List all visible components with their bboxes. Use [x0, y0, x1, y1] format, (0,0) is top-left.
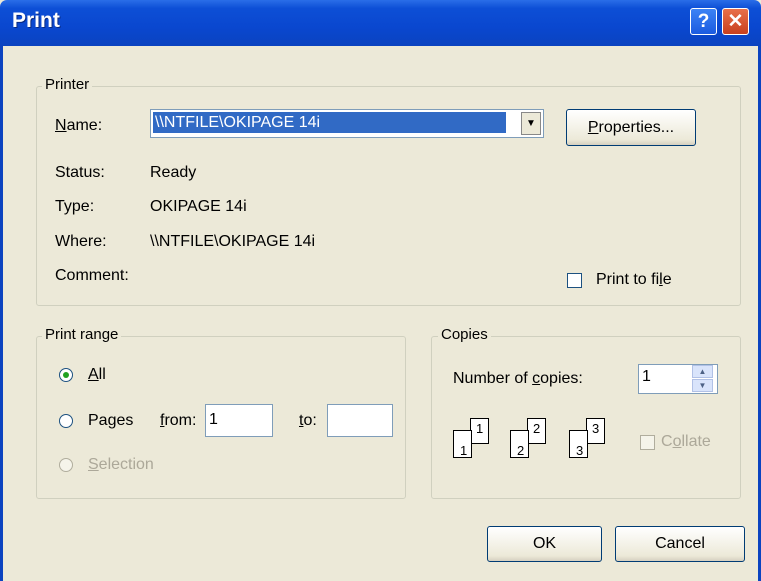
properties-label: Properties... — [587, 118, 675, 136]
to-input[interactable] — [327, 404, 393, 437]
page-icon-back: 2 — [527, 418, 546, 444]
where-value: \\NTFILE\OKIPAGE 14i — [150, 233, 316, 250]
radio-pages[interactable] — [59, 414, 73, 428]
copies-spinner[interactable]: ▲ ▼ — [691, 364, 716, 394]
print-range-legend: Print range — [42, 326, 122, 343]
status-label: Status: — [55, 164, 105, 181]
close-button[interactable]: ✕ — [722, 8, 749, 35]
comment-label: Comment: — [55, 267, 129, 284]
help-icon: ? — [697, 10, 710, 32]
selection-label[interactable]: Selection — [88, 456, 154, 474]
printer-legend: Printer — [42, 76, 93, 93]
window-title: Print — [12, 9, 60, 32]
status-value: Ready — [150, 164, 197, 181]
pages-label[interactable]: Pages — [88, 412, 133, 430]
page-icon-front: 2 — [510, 430, 529, 458]
collate-pages-icon: 3 3 — [569, 418, 619, 458]
close-icon: ✕ — [727, 11, 744, 32]
copies-legend: Copies — [438, 326, 491, 343]
collate-pages-icon: 2 2 — [510, 418, 560, 458]
from-input[interactable]: 1 — [205, 404, 273, 437]
spin-up-icon[interactable]: ▲ — [692, 365, 713, 378]
print-to-file-label[interactable]: Print to file — [596, 271, 672, 289]
radio-all[interactable] — [59, 368, 73, 382]
spin-down-icon[interactable]: ▼ — [692, 379, 713, 392]
to-label: to: — [299, 412, 317, 429]
collate-pages-icon: 1 1 — [453, 418, 503, 458]
number-of-copies-label: Number of copies: — [453, 370, 583, 387]
help-button[interactable]: ? — [690, 8, 717, 35]
from-label: from: — [160, 412, 197, 429]
name-label: Name: — [55, 117, 103, 134]
page-icon-front: 1 — [453, 430, 472, 458]
print-to-file-checkbox[interactable] — [567, 273, 582, 288]
radio-selection[interactable] — [59, 458, 73, 472]
type-label: Type: — [55, 198, 95, 215]
printer-name-value: \\NTFILE\OKIPAGE 14i — [152, 111, 507, 134]
cancel-button[interactable]: Cancel — [615, 526, 745, 562]
properties-button[interactable]: Properties... — [566, 109, 696, 146]
page-icon-back: 1 — [470, 418, 489, 444]
where-label: Where: — [55, 233, 107, 250]
chevron-down-icon[interactable]: ▼ — [521, 112, 541, 135]
page-icon-front: 3 — [569, 430, 588, 458]
page-icon-back: 3 — [586, 418, 605, 444]
ok-button[interactable]: OK — [487, 526, 602, 562]
collate-label[interactable]: Collate — [661, 433, 711, 451]
all-label[interactable]: All — [88, 366, 106, 384]
collate-checkbox[interactable] — [640, 435, 655, 450]
type-value: OKIPAGE 14i — [150, 198, 247, 215]
title-bar — [0, 0, 761, 46]
